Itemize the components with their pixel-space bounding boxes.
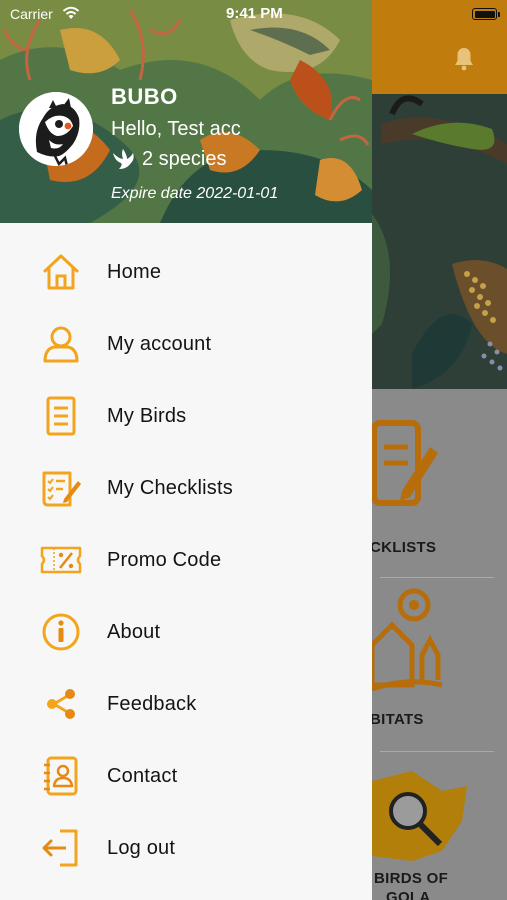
- birds-of-card-label: BIRDS OF: [374, 870, 449, 887]
- share-icon: [40, 683, 82, 725]
- checklist-icon: [40, 467, 82, 509]
- contact-book-icon: [40, 755, 82, 797]
- menu-item-my-birds[interactable]: My Birds: [0, 380, 372, 452]
- checklist-illustration-icon: [372, 420, 438, 506]
- menu-item-label: Feedback: [107, 692, 197, 715]
- battery-icon: [472, 8, 497, 20]
- main-feature-panel: CKLISTS BITATS BIRDS OF GOLA: [370, 389, 507, 900]
- status-bar: Carrier 9:41 PM: [0, 0, 372, 28]
- menu-item-label: My account: [107, 332, 212, 355]
- status-time: 9:41 PM: [226, 5, 283, 22]
- map-search-illustration-icon: [372, 771, 467, 861]
- list-icon: [40, 395, 82, 437]
- menu-item-my-account[interactable]: My account: [0, 308, 372, 380]
- menu-item-label: Log out: [107, 836, 176, 859]
- percent-ticket-icon: [40, 539, 82, 581]
- info-icon: [40, 611, 82, 653]
- species-count-row: 2 species: [111, 148, 227, 171]
- menu-item-label: My Checklists: [107, 476, 233, 499]
- menu-item-label: Contact: [107, 764, 178, 787]
- bird-icon: [113, 148, 134, 169]
- habitats-card-label: BITATS: [370, 711, 424, 728]
- battery-nub: [498, 12, 500, 17]
- bell-icon[interactable]: [452, 46, 476, 72]
- card-divider: [380, 751, 494, 752]
- user-icon: [40, 323, 82, 365]
- menu-item-log-out[interactable]: Log out: [0, 812, 372, 884]
- carrier-label: Carrier: [10, 6, 53, 22]
- menu-item-home[interactable]: Home: [0, 236, 372, 308]
- menu-item-label: About: [107, 620, 161, 643]
- logout-icon: [40, 827, 82, 869]
- menu-item-about[interactable]: About: [0, 596, 372, 668]
- owl-logo-icon: [19, 92, 93, 166]
- card-divider: [380, 577, 494, 578]
- drawer-header: Carrier 9:41 PM BUBO Hello, Test acc 2 s…: [0, 0, 372, 223]
- expire-date: Expire date 2022-01-01: [111, 185, 279, 202]
- home-icon: [40, 251, 82, 293]
- user-greeting: Hello, Test acc: [111, 118, 241, 140]
- habitat-illustration-icon: [372, 588, 442, 692]
- wifi-icon: [62, 6, 80, 19]
- app-name: BUBO: [111, 84, 178, 109]
- navigation-drawer: Carrier 9:41 PM BUBO Hello, Test acc 2 s…: [0, 0, 372, 900]
- menu-item-feedback[interactable]: Feedback: [0, 668, 372, 740]
- avatar[interactable]: [19, 92, 93, 166]
- menu-item-label: Promo Code: [107, 548, 222, 571]
- menu-item-my-checklists[interactable]: My Checklists: [0, 452, 372, 524]
- species-count: 2 species: [142, 148, 227, 170]
- main-hero-illustration: [372, 94, 507, 389]
- checklists-card-label: CKLISTS: [370, 539, 437, 556]
- menu-item-label: Home: [107, 260, 162, 283]
- menu-item-contact[interactable]: Contact: [0, 740, 372, 812]
- menu-item-promo-code[interactable]: Promo Code: [0, 524, 372, 596]
- gola-card-label: GOLA: [386, 889, 431, 900]
- menu-item-label: My Birds: [107, 404, 187, 427]
